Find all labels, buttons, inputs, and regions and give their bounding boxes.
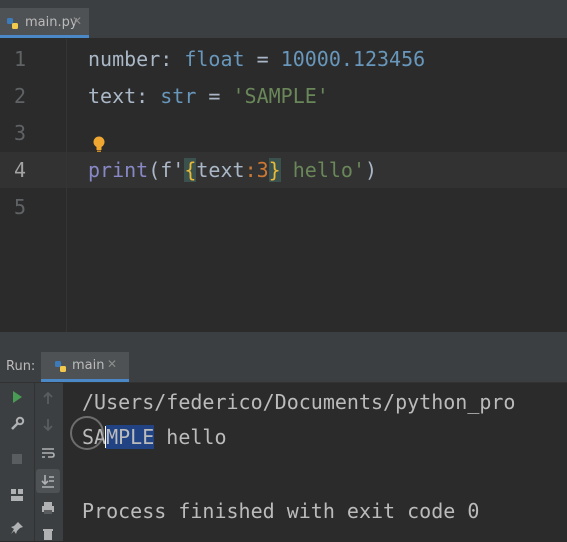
run-tab-close-icon[interactable]: ✕ — [107, 357, 117, 371]
arrow-up-icon[interactable] — [40, 390, 56, 406]
python-file-icon — [55, 361, 66, 372]
builtin-function: print — [88, 158, 149, 182]
fstring-brace: { — [184, 158, 197, 182]
code-line-4[interactable]: print(f'{text:3} hello') — [88, 158, 377, 182]
assign: = — [244, 47, 281, 71]
lightbulb-icon[interactable] — [92, 135, 106, 153]
trash-icon[interactable] — [40, 526, 56, 542]
fstring-brace: } — [268, 158, 281, 182]
fstring-expr: text — [196, 158, 245, 182]
arrow-down-icon[interactable] — [40, 417, 56, 433]
layout-icon[interactable] — [9, 487, 25, 503]
soft-wrap-icon[interactable] — [40, 445, 56, 461]
python-file-icon — [7, 18, 18, 29]
output-text: hello — [154, 425, 227, 449]
type-hint: str — [160, 84, 197, 108]
line-number: 1 — [13, 47, 26, 71]
line-number: 2 — [13, 84, 26, 108]
console-actions-toolbar — [34, 383, 63, 541]
colon: : — [136, 84, 161, 108]
title-strip — [0, 0, 567, 8]
panel-splitter[interactable] — [0, 332, 567, 352]
tab-filename: main.py — [25, 15, 78, 30]
mouse-cursor-indicator — [70, 416, 104, 450]
console-path-line: /Users/federico/Documents/python_pro — [82, 390, 516, 414]
process-finished-line: Process finished with exit code 0 — [82, 499, 480, 523]
wrench-icon[interactable] — [9, 416, 25, 432]
var-name: text — [88, 84, 137, 108]
format-spec: :3 — [244, 158, 269, 182]
line-number: 4 — [13, 158, 26, 182]
line-number: 5 — [13, 195, 26, 219]
code-line-2[interactable]: text: str = 'SAMPLE' — [88, 84, 329, 108]
stop-icon[interactable] — [9, 451, 25, 467]
scroll-to-end-icon — [41, 475, 54, 488]
type-hint: float — [184, 47, 245, 71]
selected-text: MPLE — [106, 425, 155, 449]
run-label: Run: — [6, 359, 36, 374]
print-icon[interactable] — [40, 500, 56, 516]
tab-close-icon[interactable]: ✕ — [72, 14, 82, 28]
var-name: number — [88, 47, 161, 71]
assign: = — [196, 84, 233, 108]
string-literal: hello' — [280, 158, 365, 182]
line-number: 3 — [13, 121, 26, 145]
run-tab-label: main — [72, 358, 105, 373]
close-paren: ) — [365, 158, 378, 182]
pin-icon[interactable] — [9, 520, 25, 536]
number-literal: 10000.123456 — [280, 47, 426, 71]
run-icon[interactable] — [9, 389, 25, 405]
tab-main-py[interactable]: main.py ✕ — [0, 8, 89, 38]
console-output-line[interactable]: SAMPLE hello — [82, 425, 227, 449]
colon: : — [160, 47, 185, 71]
gutter-divider — [66, 39, 67, 332]
code-line-1[interactable]: number: float = 10000.123456 — [88, 47, 425, 71]
fstring-open: (f' — [148, 158, 185, 182]
string-literal: 'SAMPLE' — [232, 84, 329, 108]
